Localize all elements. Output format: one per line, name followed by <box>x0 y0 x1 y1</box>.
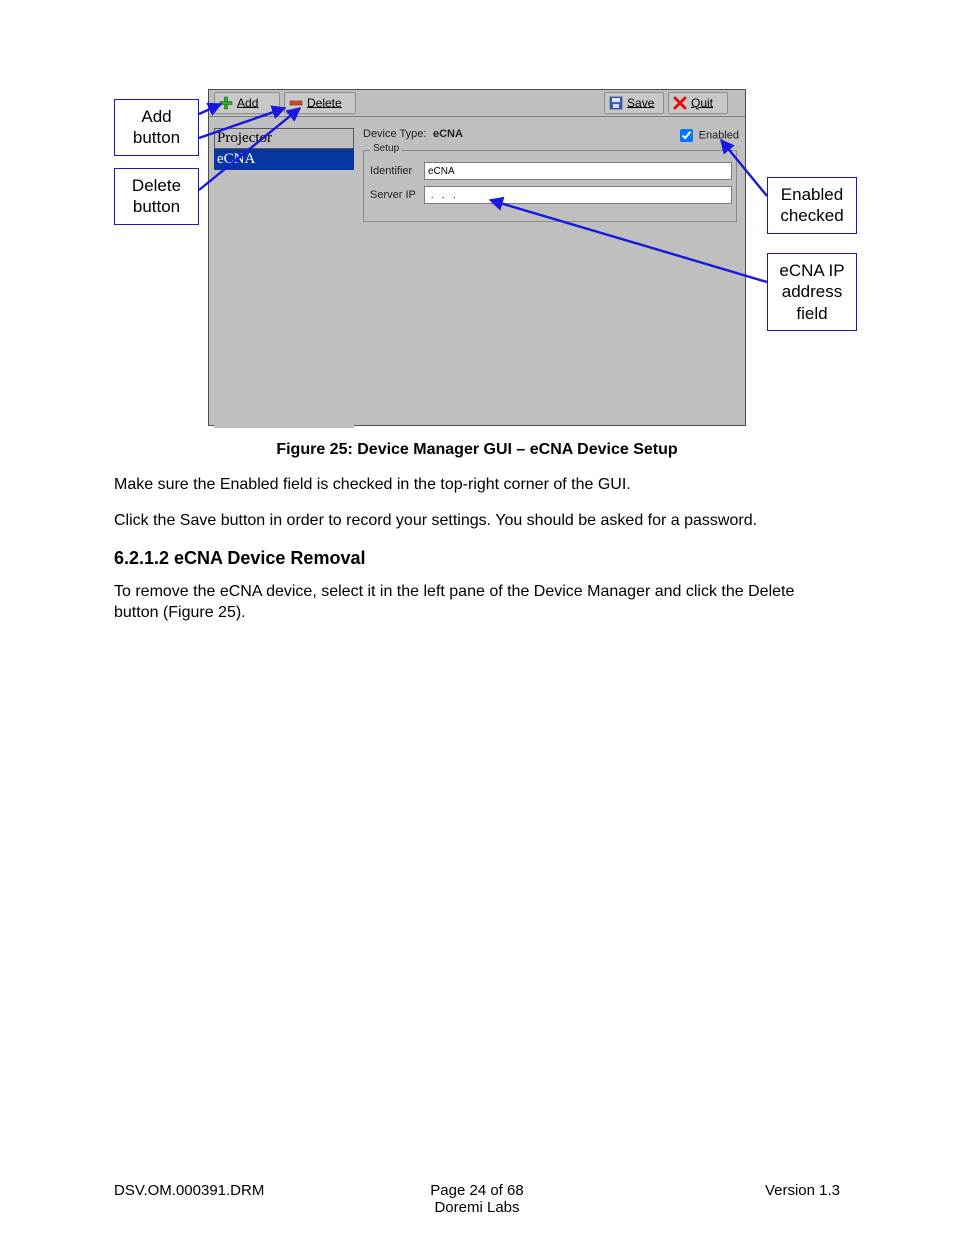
list-item[interactable]: eCNA <box>214 149 354 170</box>
delete-button-label: Delete <box>307 96 342 110</box>
device-type-value: eCNA <box>433 128 463 140</box>
device-list[interactable]: Projector eCNA <box>214 128 354 428</box>
toolbar: Add Delete Save Quit <box>209 90 745 117</box>
enabled-checkbox-wrap[interactable]: Enabled <box>676 126 739 145</box>
footer-page: Page 24 of 68 <box>430 1182 523 1199</box>
plus-icon <box>219 96 233 110</box>
list-item[interactable]: Projector <box>214 128 354 149</box>
close-x-icon <box>673 96 687 110</box>
server-ip-input[interactable] <box>424 186 732 204</box>
paragraph: To remove the eCNA device, select it in … <box>114 582 840 624</box>
setup-groupbox: Setup Identifier Server IP <box>363 150 737 222</box>
figure-caption: Figure 25: Device Manager GUI – eCNA Dev… <box>0 441 954 459</box>
identifier-input[interactable] <box>424 162 732 180</box>
quit-button[interactable]: Quit <box>668 92 728 114</box>
device-manager-window: Add Delete Save Quit <box>208 89 746 426</box>
window-body: Projector eCNA Device Type: eCNA Enabled… <box>209 116 745 425</box>
paragraph: Click the Save button in order to record… <box>114 512 840 530</box>
identifier-row: Identifier <box>370 161 730 181</box>
identifier-label: Identifier <box>370 165 412 177</box>
device-type-label: Device Type: <box>363 128 426 140</box>
server-ip-label: Server IP <box>370 189 416 201</box>
add-button[interactable]: Add <box>214 92 280 114</box>
callout-delete: Delete button <box>114 168 199 225</box>
minus-icon <box>289 96 303 110</box>
setup-legend: Setup <box>370 143 402 154</box>
floppy-icon <box>609 96 623 110</box>
section-heading: 6.2.1.2 eCNA Device Removal <box>114 548 365 569</box>
callout-ip: eCNA IP address field <box>767 253 857 331</box>
add-button-label: Add <box>237 96 258 110</box>
enabled-checkbox[interactable] <box>680 129 693 142</box>
callout-add: Add button <box>114 99 199 156</box>
footer-company: Doremi Labs <box>434 1199 519 1216</box>
delete-button[interactable]: Delete <box>284 92 356 114</box>
save-button-label: Save <box>627 96 654 110</box>
quit-button-label: Quit <box>691 96 713 110</box>
footer-center: Page 24 of 68 Doremi Labs <box>114 1182 840 1216</box>
enabled-label: Enabled <box>699 129 739 141</box>
server-ip-row: Server IP <box>370 185 730 205</box>
callout-enabled: Enabled checked <box>767 177 857 234</box>
footer-right: Version 1.3 <box>765 1182 840 1199</box>
paragraph: Make sure the Enabled field is checked i… <box>114 476 840 494</box>
detail-pane: Device Type: eCNA Enabled Setup Identifi… <box>361 124 741 421</box>
save-button[interactable]: Save <box>604 92 664 114</box>
